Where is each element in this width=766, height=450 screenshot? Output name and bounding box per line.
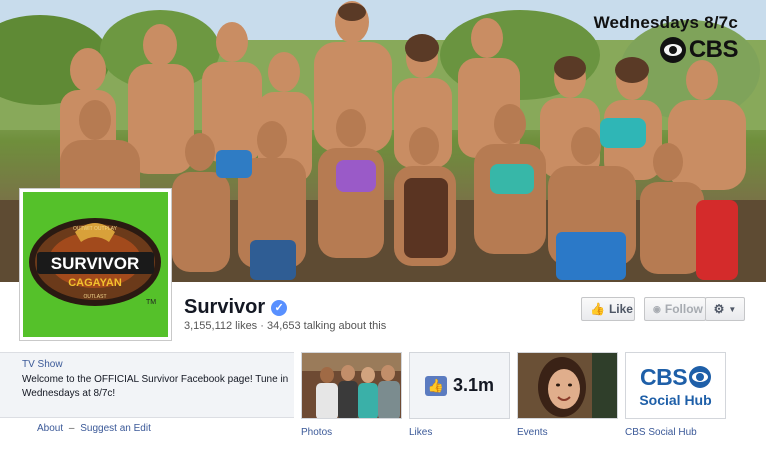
page-title[interactable]: Survivor ✓ bbox=[184, 296, 288, 319]
survivor-logo-graphic: SURVIVOR CAGAYAN OUTWIT OUTPLAY OUTLAST … bbox=[29, 218, 161, 306]
events-thumbnail bbox=[518, 353, 617, 418]
cbs-logo-text: CBS bbox=[688, 36, 739, 63]
follow-button[interactable]: ◉ Follow bbox=[644, 297, 706, 321]
cbs-social-hub-tile[interactable]: CBS Social Hub bbox=[625, 352, 726, 419]
about-link[interactable]: About bbox=[37, 423, 63, 434]
cbs-social-logo-sub: Social Hub bbox=[639, 391, 712, 408]
chevron-down-icon: ▼ bbox=[728, 304, 737, 314]
logo-bottom-text: OUTLAST bbox=[83, 294, 106, 300]
likes-tile-label[interactable]: Likes bbox=[409, 427, 432, 438]
thumbs-up-icon: 👍 bbox=[424, 375, 447, 396]
photos-thumbnail bbox=[302, 353, 401, 418]
gear-icon: ⚙ bbox=[713, 302, 725, 316]
airtime-text: Wednesdays 8/7c bbox=[593, 13, 738, 32]
photos-tile[interactable] bbox=[301, 352, 402, 419]
page-name-text[interactable]: Survivor bbox=[184, 296, 265, 319]
about-box: TV Show Welcome to the OFFICIAL Survivor… bbox=[0, 352, 294, 418]
like-button[interactable]: 👍 Like bbox=[581, 297, 635, 321]
page-stats: 3,155,112 likes · 34,653 talking about t… bbox=[184, 320, 387, 332]
thumbs-up-icon: 👍 bbox=[590, 302, 605, 316]
like-button-label: Like bbox=[608, 302, 633, 316]
page-description: Welcome to the OFFICIAL Survivor Faceboo… bbox=[22, 374, 289, 399]
cbs-eye-icon bbox=[659, 37, 686, 63]
facebook-page: Wednesdays 8/7c CBS SURVIVOR CAGAYAN OUT… bbox=[0, 0, 766, 450]
logo-title: SURVIVOR bbox=[51, 254, 140, 273]
settings-dropdown-button[interactable]: ⚙ ▼ bbox=[705, 297, 745, 321]
cbs-eye-icon bbox=[689, 366, 712, 388]
events-tile[interactable] bbox=[517, 352, 618, 419]
likes-count: 3.1m bbox=[452, 375, 495, 395]
suggest-edit-link[interactable]: Suggest an Edit bbox=[80, 423, 151, 434]
logo-subtitle: CAGAYAN bbox=[68, 277, 122, 289]
logo-tm: TM bbox=[146, 299, 156, 306]
likes-tile[interactable]: 👍 3.1m bbox=[409, 352, 510, 419]
logo-top-text: OUTWIT OUTPLAY bbox=[73, 226, 118, 232]
photos-tile-label[interactable]: Photos bbox=[301, 427, 332, 438]
follow-button-label: Follow bbox=[664, 302, 703, 316]
page-category-link[interactable]: TV Show bbox=[22, 359, 294, 370]
rss-icon: ◉ bbox=[653, 303, 661, 314]
events-tile-label[interactable]: Events bbox=[517, 427, 548, 438]
cbs-social-hub-tile-label[interactable]: CBS Social Hub bbox=[625, 427, 697, 438]
about-links: About – Suggest an Edit bbox=[37, 423, 151, 434]
cbs-logo: CBS bbox=[659, 36, 739, 64]
survivor-logo: SURVIVOR CAGAYAN OUTWIT OUTPLAY OUTLAST … bbox=[23, 192, 168, 337]
profile-picture[interactable]: SURVIVOR CAGAYAN OUTWIT OUTPLAY OUTLAST … bbox=[19, 188, 172, 341]
link-separator: – bbox=[68, 423, 75, 434]
cbs-social-logo-text: CBS bbox=[639, 363, 688, 390]
verified-check-icon: ✓ bbox=[271, 299, 288, 316]
